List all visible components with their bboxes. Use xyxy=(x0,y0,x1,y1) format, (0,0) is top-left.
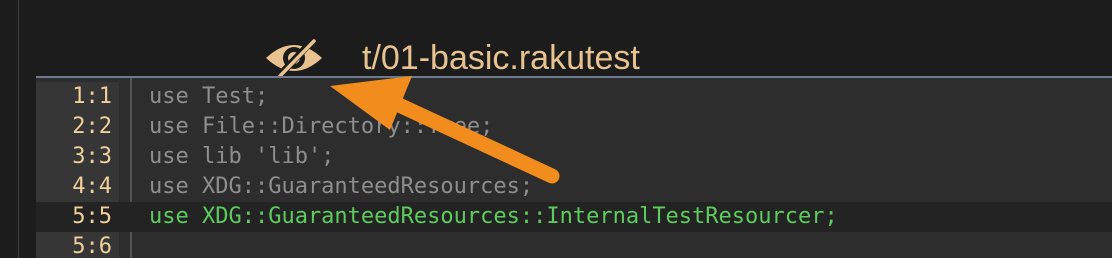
code-text: use XDG::GuaranteedResources::InternalTe… xyxy=(149,204,838,229)
code-text: use Test; xyxy=(149,84,269,109)
file-header: t/01-basic.rakutest xyxy=(0,0,1112,78)
file-title: t/01-basic.rakutest xyxy=(362,39,640,77)
code-text: use File::Directory::Tree; xyxy=(149,114,494,139)
line-number: 2:2 xyxy=(72,114,112,139)
code-line[interactable]: 1:1 use Test; xyxy=(36,82,1112,112)
code-editor[interactable]: 1:1 use Test; 2:2 use File::Directory::T… xyxy=(36,76,1112,258)
line-number: 3:3 xyxy=(72,144,112,169)
code-line[interactable]: 3:3 use lib 'lib'; xyxy=(36,142,1112,172)
line-number: 4:4 xyxy=(72,174,112,199)
code-text: use XDG::GuaranteedResources; xyxy=(149,174,534,199)
code-line[interactable]: 2:2 use File::Directory::Tree; xyxy=(36,112,1112,142)
code-line-current[interactable]: 5:5 use XDG::GuaranteedResources::Intern… xyxy=(36,202,1112,232)
code-text: use lib 'lib'; xyxy=(149,144,335,169)
eye-slash-icon[interactable] xyxy=(262,38,326,78)
code-line[interactable]: 5:6 xyxy=(36,232,1112,258)
line-number: 1:1 xyxy=(72,84,112,109)
editor-window: t/01-basic.rakutest 1:1 use Test; 2:2 us… xyxy=(0,0,1112,258)
line-number: 5:5 xyxy=(72,204,112,229)
line-number: 5:6 xyxy=(72,234,112,258)
code-line[interactable]: 4:4 use XDG::GuaranteedResources; xyxy=(36,172,1112,202)
